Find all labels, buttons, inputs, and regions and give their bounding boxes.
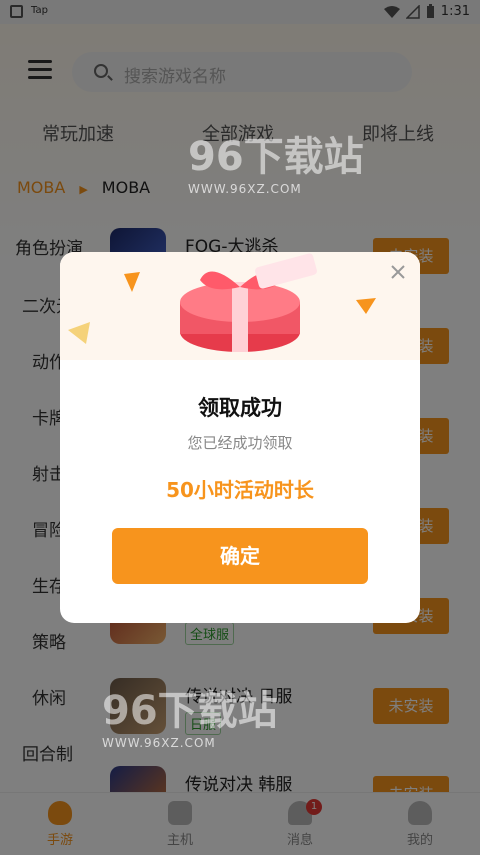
watermark-url: WWW.96XZ.COM [102,736,216,750]
watermark-number: 96 [188,134,244,180]
watermark-text: 下载站 [243,134,364,180]
watermark-url: WWW.96XZ.COM [188,182,302,196]
watermark: 96下载站 WWW.96XZ.COM [188,124,364,196]
gift-banner [60,252,420,360]
watermark-text: 下载站 [157,688,278,734]
watermark: 96下载站 WWW.96XZ.COM [102,678,278,750]
reward-dialog: 领取成功 您已经成功领取 50小时活动时长 确定 [60,252,420,623]
confirm-button[interactable]: 确定 [112,528,368,584]
gift-box-icon [68,253,376,352]
dialog-title: 领取成功 [198,396,282,420]
dialog-subtitle: 您已经成功领取 [187,434,293,452]
watermark-number: 96 [102,688,158,734]
close-icon[interactable] [388,262,408,282]
reward-text: 50小时活动时长 [166,478,314,502]
